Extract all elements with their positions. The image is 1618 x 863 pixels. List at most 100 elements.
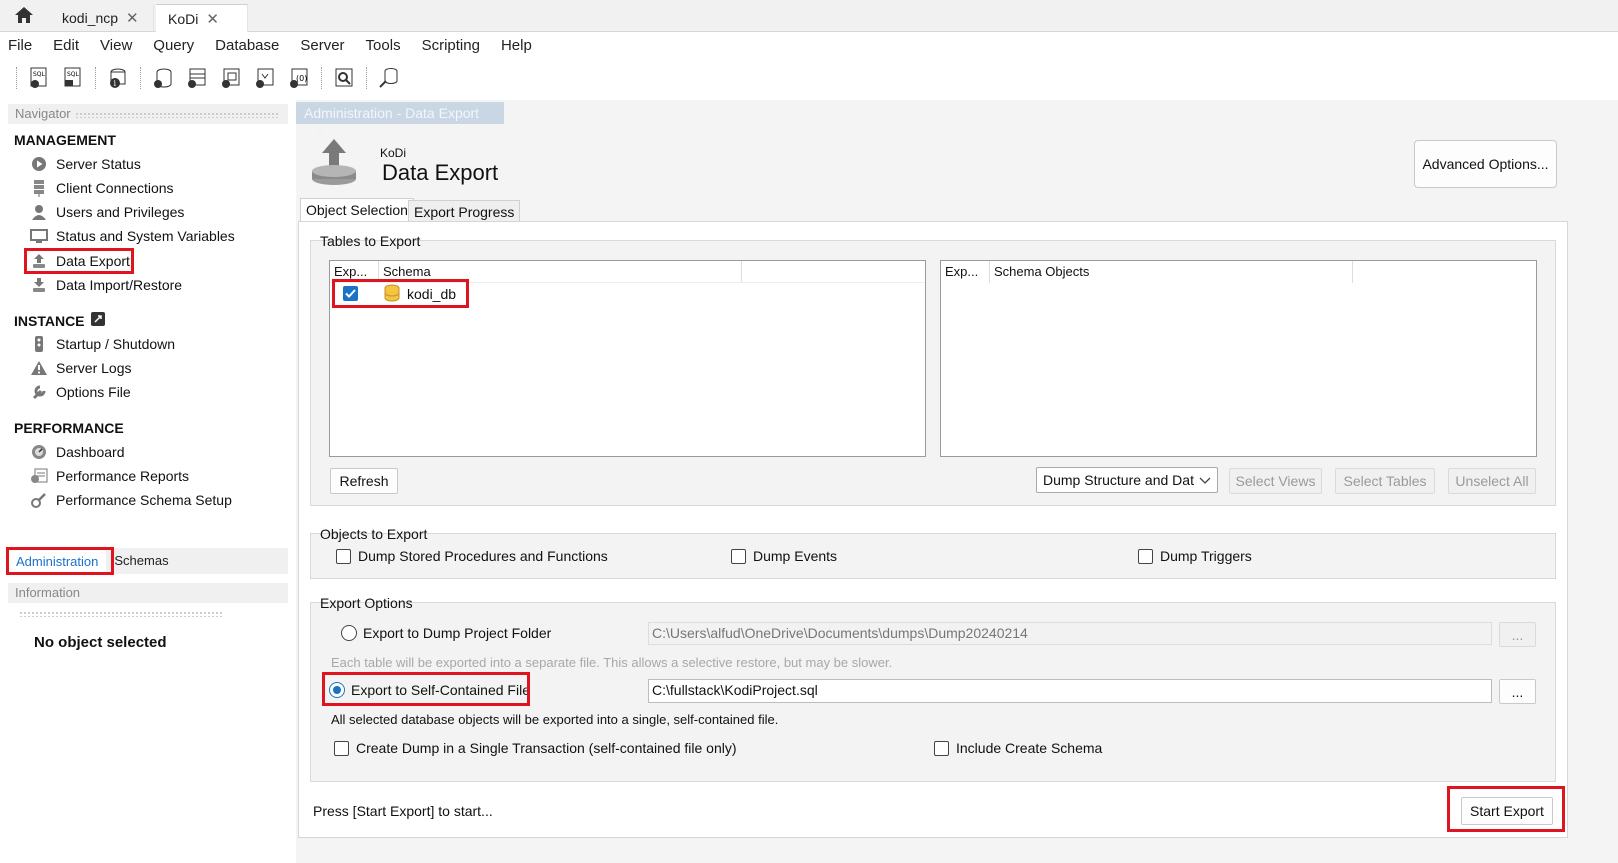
advanced-options-button[interactable]: Advanced Options...: [1414, 140, 1557, 188]
information-header: Information: [8, 583, 288, 617]
object-inspector-icon[interactable]: i: [104, 64, 132, 92]
menu-view[interactable]: View: [100, 37, 132, 54]
select-views-button[interactable]: Select Views: [1229, 468, 1322, 494]
select-tables-button[interactable]: Select Tables: [1335, 468, 1435, 494]
close-icon[interactable]: ✕: [126, 9, 139, 27]
power-bar-icon: [30, 335, 48, 353]
nav-startup-shutdown[interactable]: Startup / Shutdown: [30, 333, 175, 355]
dump-procedures-checkbox[interactable]: [336, 548, 351, 564]
search-table-data-icon[interactable]: [330, 64, 358, 92]
menu-scripting[interactable]: Scripting: [422, 37, 480, 54]
export-file-label: Export to Self-Contained File: [351, 682, 530, 698]
management-title: MANAGEMENT: [14, 132, 116, 148]
dump-type-select[interactable]: Dump Structure and Dat: [1036, 467, 1218, 493]
dump-events-option[interactable]: Dump Events: [731, 548, 837, 564]
schema-row-checkbox[interactable]: [343, 286, 358, 301]
grip-dots: [74, 111, 280, 118]
home-tab[interactable]: [0, 0, 48, 32]
tools-icon: [30, 491, 48, 509]
menu-tools[interactable]: Tools: [366, 37, 401, 54]
export-folder-option[interactable]: Export to Dump Project Folder: [341, 625, 551, 641]
tab-kodi-ncp[interactable]: kodi_ncp ✕: [50, 4, 154, 32]
dump-triggers-option[interactable]: Dump Triggers: [1138, 548, 1252, 564]
browse-folder-button[interactable]: ...: [1499, 622, 1536, 647]
create-procedure-icon[interactable]: [251, 64, 279, 92]
include-schema-checkbox[interactable]: [934, 740, 949, 756]
menu-query[interactable]: Query: [153, 37, 194, 54]
open-sql-script-icon[interactable]: SQL: [59, 64, 87, 92]
export-file-radio[interactable]: [329, 682, 345, 698]
col-schema-objects[interactable]: Schema Objects: [990, 261, 1353, 283]
nav-performance-schema-setup[interactable]: Performance Schema Setup: [30, 489, 232, 511]
col-schema[interactable]: Schema: [379, 261, 742, 282]
nav-server-status[interactable]: Server Status: [30, 153, 141, 175]
svg-text:SQL: SQL: [67, 71, 80, 78]
menu-server[interactable]: Server: [300, 37, 344, 54]
menu-help[interactable]: Help: [501, 37, 532, 54]
tab-admin-data-export[interactable]: Administration - Data Export ✕: [296, 102, 504, 143]
nav-label: Dashboard: [56, 444, 125, 460]
browse-file-button[interactable]: ...: [1499, 679, 1536, 704]
nav-label: Options File: [56, 384, 131, 400]
dump-events-checkbox[interactable]: [731, 548, 746, 564]
nav-performance-reports[interactable]: Performance Reports: [30, 465, 189, 487]
folder-path-input[interactable]: C:\Users\alfud\OneDrive\Documents\dumps\…: [648, 622, 1492, 645]
single-transaction-checkbox[interactable]: [334, 740, 349, 756]
nav-options-file[interactable]: Options File: [30, 381, 131, 403]
nav-data-import[interactable]: Data Import/Restore: [30, 274, 182, 296]
schema-list-header: Exp... Schema: [330, 261, 925, 283]
objects-group-title: Objects to Export: [320, 526, 428, 542]
nav-data-export[interactable]: Data Export: [30, 250, 130, 272]
close-icon[interactable]: ✕: [206, 10, 219, 28]
create-schema-icon[interactable]: [149, 64, 177, 92]
tab-kodi[interactable]: KoDi ✕: [156, 4, 248, 32]
nav-label: Server Status: [56, 156, 141, 172]
toolbar-separator: [321, 67, 322, 89]
nav-server-logs[interactable]: Server Logs: [30, 357, 131, 379]
schema-row-name[interactable]: kodi_db: [407, 286, 456, 302]
nav-dashboard[interactable]: Dashboard: [30, 441, 125, 463]
dump-triggers-checkbox[interactable]: [1138, 548, 1153, 564]
gauge-icon: [30, 443, 48, 461]
reconnect-icon[interactable]: [375, 64, 403, 92]
nav-client-connections[interactable]: Client Connections: [30, 177, 174, 199]
performance-title: PERFORMANCE: [14, 420, 124, 436]
start-export-button[interactable]: Start Export: [1461, 797, 1553, 825]
folder-hint: Each table will be exported into a separ…: [331, 655, 893, 670]
toolbar-separator: [140, 67, 141, 89]
toolbar: SQL SQL i (0): [0, 60, 1618, 96]
tab-administration[interactable]: Administration: [8, 548, 107, 574]
tab-schemas[interactable]: Schemas: [106, 548, 176, 574]
nav-status-variables[interactable]: Status and System Variables: [30, 225, 235, 247]
col-export[interactable]: Exp...: [330, 261, 379, 282]
tab-object-selection[interactable]: Object Selection: [300, 198, 414, 222]
menu-database[interactable]: Database: [215, 37, 279, 54]
create-table-icon[interactable]: [183, 64, 211, 92]
export-folder-radio[interactable]: [341, 625, 357, 641]
file-path-input[interactable]: C:\fullstack\KodiProject.sql: [648, 679, 1492, 703]
dump-procedures-option[interactable]: Dump Stored Procedures and Functions: [336, 548, 608, 564]
create-function-icon[interactable]: (0): [285, 64, 313, 92]
unselect-all-button[interactable]: Unselect All: [1448, 468, 1536, 494]
svg-text:(0): (0): [296, 74, 307, 83]
refresh-button[interactable]: Refresh: [330, 468, 398, 494]
reports-icon: [30, 467, 48, 485]
single-transaction-option[interactable]: Create Dump in a Single Transaction (sel…: [334, 740, 737, 756]
col-export[interactable]: Exp...: [941, 261, 990, 283]
wrench-icon: [30, 383, 48, 401]
instance-title: INSTANCE: [14, 312, 85, 329]
menu-bar: File Edit View Query Database Server Too…: [0, 32, 1618, 58]
create-view-icon[interactable]: [217, 64, 245, 92]
export-file-option[interactable]: Export to Self-Contained File: [329, 682, 530, 698]
schema-objects-list[interactable]: Exp... Schema Objects: [940, 260, 1537, 457]
dump-triggers-label: Dump Triggers: [1160, 548, 1252, 564]
tab-export-progress[interactable]: Export Progress: [408, 200, 521, 222]
nav-users-privileges[interactable]: Users and Privileges: [30, 201, 184, 223]
nav-label: Status and System Variables: [56, 228, 235, 244]
new-sql-tab-icon[interactable]: SQL: [25, 64, 53, 92]
menu-edit[interactable]: Edit: [53, 37, 79, 54]
navigator-tabs: Administration Schemas: [8, 548, 288, 574]
database-icon: [384, 284, 400, 305]
menu-file[interactable]: File: [8, 37, 32, 54]
include-schema-option[interactable]: Include Create Schema: [934, 740, 1102, 756]
